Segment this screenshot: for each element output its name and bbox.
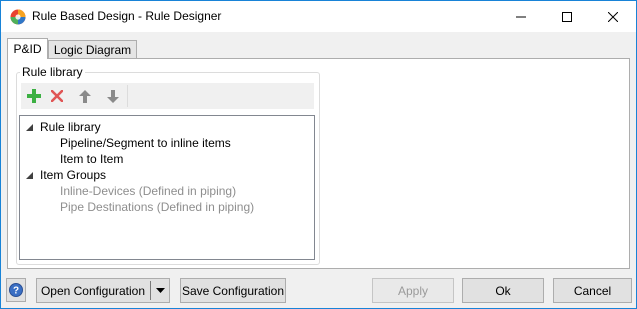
- ok-button[interactable]: Ok: [462, 278, 544, 303]
- move-up-button[interactable]: [75, 86, 95, 106]
- arrow-down-icon: [107, 89, 119, 103]
- minimize-button[interactable]: [498, 1, 544, 32]
- tab-content-pid: Rule library Rule library Pipeline/Segme…: [7, 58, 630, 269]
- arrow-up-icon: [79, 89, 91, 103]
- tree-item-pipe-destinations[interactable]: Pipe Destinations (Defined in piping): [60, 199, 254, 215]
- tree-item-item-groups[interactable]: Item Groups: [25, 167, 106, 183]
- dialog-footer: ? Open Configuration Save Configuration …: [1, 273, 636, 308]
- tab-pid[interactable]: P&ID: [7, 38, 48, 59]
- svg-text:?: ?: [13, 286, 19, 297]
- add-rule-button[interactable]: [24, 86, 44, 106]
- split-divider: [150, 281, 151, 300]
- tree-item-rule-library[interactable]: Rule library: [25, 119, 101, 135]
- title-bar[interactable]: Rule Based Design - Rule Designer: [1, 1, 636, 32]
- open-configuration-button[interactable]: Open Configuration: [37, 279, 149, 302]
- expanded-triangle-icon[interactable]: [25, 171, 34, 180]
- close-icon: [608, 11, 618, 22]
- open-configuration-split-button[interactable]: Open Configuration: [36, 278, 170, 303]
- save-configuration-button[interactable]: Save Configuration: [180, 278, 286, 303]
- tree-item-label: Rule library: [40, 120, 101, 134]
- tree-item-inline-devices[interactable]: Inline-Devices (Defined in piping): [60, 183, 236, 199]
- maximize-icon: [562, 11, 572, 22]
- tree-item-label: Pipe Destinations (Defined in piping): [60, 200, 255, 214]
- move-down-button[interactable]: [103, 86, 123, 106]
- apply-button[interactable]: Apply: [372, 278, 454, 303]
- minimize-icon: [516, 16, 526, 17]
- help-icon: ?: [9, 283, 23, 297]
- rule-library-group: Rule library Rule library Pipeline/Segme…: [16, 65, 320, 265]
- tree-item-item-to-item[interactable]: Item to Item: [60, 151, 123, 167]
- chevron-down-icon: [156, 288, 165, 293]
- tree-item-label: Inline-Devices (Defined in piping): [60, 184, 237, 198]
- tab-logic-diagram[interactable]: Logic Diagram: [48, 40, 137, 58]
- tree-item-label: Pipeline/Segment to inline items: [60, 136, 231, 150]
- close-button[interactable]: [590, 1, 636, 32]
- rule-library-tree[interactable]: Rule library Pipeline/Segment to inline …: [19, 115, 315, 260]
- tree-item-label: Item to Item: [60, 152, 124, 166]
- tree-item-label: Item Groups: [40, 168, 107, 182]
- open-configuration-dropdown[interactable]: [152, 279, 169, 302]
- plus-icon: [27, 89, 41, 103]
- cancel-button[interactable]: Cancel: [553, 278, 632, 303]
- help-button[interactable]: ?: [6, 278, 26, 302]
- tree-item-pipeline-segment[interactable]: Pipeline/Segment to inline items: [60, 135, 231, 151]
- window-title: Rule Based Design - Rule Designer: [32, 9, 222, 23]
- x-icon: [51, 90, 63, 102]
- rule-library-toolbar: [21, 83, 314, 109]
- rule-designer-window: Rule Based Design - Rule Designer P&ID L…: [0, 0, 637, 309]
- delete-rule-button[interactable]: [47, 86, 67, 106]
- app-logo-icon: [10, 9, 26, 25]
- rule-library-group-label: Rule library: [20, 65, 85, 79]
- expanded-triangle-icon[interactable]: [25, 123, 34, 132]
- maximize-button[interactable]: [544, 1, 590, 32]
- toolbar-separator: [127, 85, 128, 107]
